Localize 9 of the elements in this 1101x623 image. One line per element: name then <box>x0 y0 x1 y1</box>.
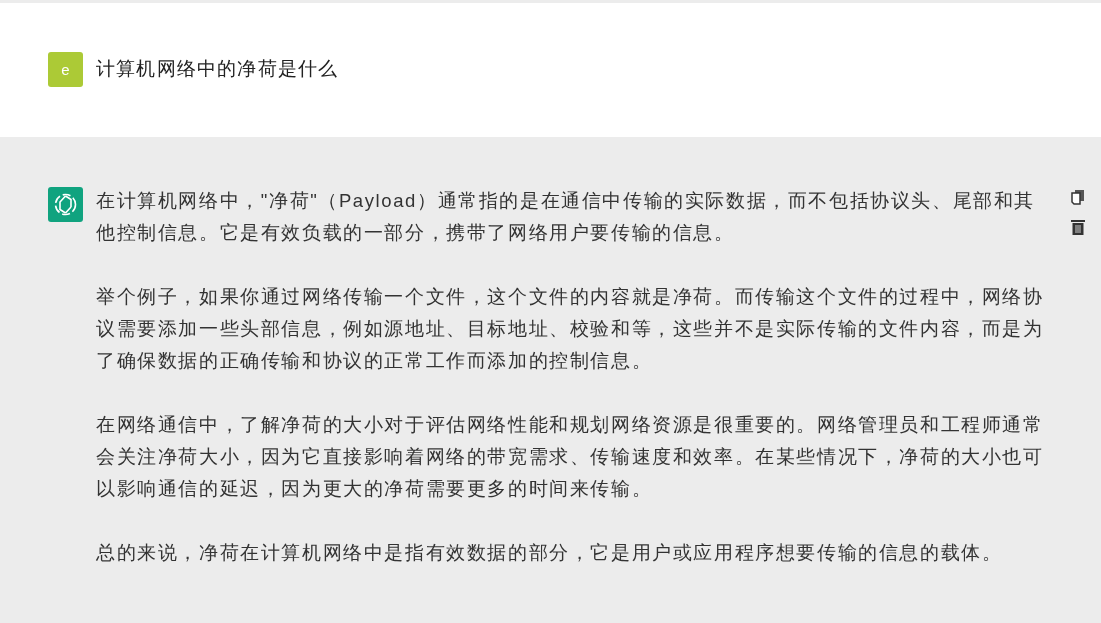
copy-icon[interactable] <box>1071 189 1085 205</box>
user-avatar: e <box>48 51 83 87</box>
assistant-logo-icon <box>48 187 83 222</box>
delete-icon[interactable] <box>1071 219 1085 235</box>
user-message: 计算机网络中的净荷是什么 <box>96 57 339 81</box>
answer-paragraph: 举个例子，如果你通过网络传输一个文件，这个文件的内容就是净荷。而传输这个文件的过程中，网络协议需要添加一些头部信息，例如源地址、目标地址、校验和等，这些并不是实际传输的文件内容，而是为了确保数据的正确传输和协议的正常工作而添加的控制信息。 <box>96 285 1045 373</box>
answer-paragraph: 总的来说，净荷在计算机网络中是指有效数据的部分，它是用户或应用程序想要传输的信息的载体。 <box>96 541 1004 565</box>
answer-paragraph: 在计算机网络中，"净荷"（Payload）通常指的是在通信中传输的实际数据，而不包括协议头、尾部和其他控制信息。它是有效负载的一部分，携带了网络用户要传输的信息。 <box>96 189 1036 245</box>
answer-paragraph: 在网络通信中，了解净荷的大小对于评估网络性能和规划网络资源是很重要的。网络管理员和工程师通常会关注净荷大小，因为它直接影响着网络的带宽需求、传输速度和效率。在某些情况下，净荷的大小也可以影响通信的延迟，因为更大的净荷需要更多的时间来传输。 <box>96 413 1045 501</box>
